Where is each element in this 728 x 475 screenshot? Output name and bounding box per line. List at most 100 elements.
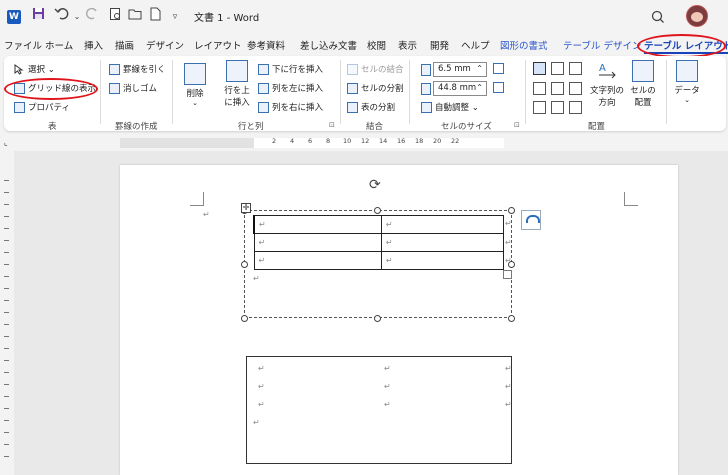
table-cell[interactable]: ↵ [253, 251, 382, 270]
tab-review[interactable]: 校閲 [367, 38, 386, 52]
select-button[interactable]: 選択 ⌄ [14, 63, 55, 75]
ruler-tick [4, 456, 9, 457]
text-direction-icon: A [596, 60, 618, 82]
ruler-number: 4 [290, 137, 295, 145]
ruler-number: 18 [415, 137, 424, 145]
row-height-input[interactable]: 6.5 mm [433, 62, 487, 77]
cursor-icon [14, 63, 25, 75]
rotate-handle-icon[interactable]: ⟳ [369, 177, 381, 193]
textbox-borderless-table[interactable] [246, 356, 512, 464]
resize-handle[interactable] [241, 261, 248, 268]
ruler-tick [4, 252, 9, 253]
distribute-rows-icon[interactable] [493, 63, 504, 74]
tab-developer[interactable]: 開発 [430, 38, 449, 52]
save-icon[interactable] [30, 7, 46, 27]
undo-icon[interactable] [52, 7, 72, 27]
tab-file[interactable]: ファイル [4, 38, 42, 52]
tab-help[interactable]: ヘルプ [461, 38, 490, 52]
ruler-tick [4, 420, 9, 421]
merge-cells-label: セルの結合 [361, 65, 404, 75]
cell-mark: ↵ [385, 256, 393, 265]
align-bottom-center-icon[interactable] [551, 101, 564, 114]
separator [340, 60, 341, 124]
align-bottom-left-icon[interactable] [533, 101, 546, 114]
align-center-icon[interactable] [551, 82, 564, 95]
autofit-button[interactable]: 自動調整 ⌄ [421, 101, 479, 113]
resize-handle[interactable] [508, 315, 515, 322]
resize-handle[interactable] [508, 207, 515, 214]
ribbon-tabs: ファイル ホーム 挿入 描画 デザイン レイアウト 参考資料 差し込み文書 校閲… [0, 36, 728, 56]
data-chevron-icon: ⌄ [684, 96, 690, 104]
column-width-input[interactable]: 44.8 mm [433, 81, 487, 96]
align-middle-left-icon[interactable] [533, 82, 546, 95]
ruler-margin [120, 138, 254, 148]
merge-cells-button[interactable]: セルの結合 [347, 63, 404, 75]
tab-layout[interactable]: レイアウト [194, 38, 242, 52]
cell-mark: ↵ [384, 364, 391, 373]
ruler-number: 8 [326, 137, 331, 145]
horizontal-ruler[interactable]: 2 4 6 8 10 12 14 16 18 20 22 [254, 137, 504, 148]
new-icon[interactable] [148, 7, 162, 27]
vertical-ruler[interactable] [2, 158, 11, 475]
ruler-tick [4, 360, 9, 361]
customize-icon[interactable]: ▿ [170, 7, 180, 27]
cell-mark: ↵ [258, 256, 266, 265]
tab-mailings[interactable]: 差し込み文書 [300, 38, 357, 52]
tab-view[interactable]: 表示 [398, 38, 417, 52]
insert-right-button[interactable]: 列を右に挿入 [258, 101, 323, 113]
align-top-right-icon[interactable] [569, 62, 582, 75]
resize-handle[interactable] [374, 207, 381, 214]
table-resize-handle[interactable] [503, 270, 512, 279]
split-cells-icon [347, 82, 358, 94]
table[interactable]: ↵ ↵ ↵ ↵ ↵ ↵ [252, 215, 505, 270]
table-cell[interactable]: ↵ [380, 215, 505, 234]
text-direction-button[interactable]: A 文字列の 方向 [588, 60, 626, 108]
tab-home[interactable]: ホーム [45, 38, 73, 52]
draw-table-button[interactable]: 罫線を引く [109, 63, 166, 75]
table-cell[interactable]: ↵ [380, 251, 505, 270]
cell-margins-button[interactable]: セルの 配置 [628, 60, 658, 108]
eraser-button[interactable]: 消しゴム [109, 82, 157, 94]
table-cell[interactable]: ↵ [380, 233, 505, 252]
distribute-columns-icon[interactable] [493, 82, 504, 93]
row-end-mark: ↵ [505, 238, 512, 247]
tab-selector-icon[interactable]: ⌞ [4, 138, 8, 147]
cell-size-launcher-icon[interactable]: ⊡ [514, 121, 520, 129]
layout-options-icon[interactable] [521, 210, 541, 230]
rows-columns-launcher-icon[interactable]: ⊡ [329, 121, 335, 129]
open-icon[interactable] [127, 7, 143, 27]
split-cells-button[interactable]: セルの分割 [347, 82, 404, 94]
cell-mark: ↵ [258, 400, 265, 409]
insert-left-button[interactable]: 列を左に挿入 [258, 82, 323, 94]
data-button[interactable]: データ ⌄ [672, 60, 702, 104]
tab-shape-format[interactable]: 図形の書式 [500, 38, 548, 52]
align-top-center-icon[interactable] [551, 62, 564, 75]
table-cell[interactable]: ↵ [253, 233, 382, 252]
tab-insert[interactable]: 挿入 [84, 38, 103, 52]
align-middle-right-icon[interactable] [569, 82, 582, 95]
insert-above-button[interactable]: 行を上 に挿入 [222, 60, 252, 108]
merge-cells-icon [347, 63, 358, 75]
insert-below-button[interactable]: 下に行を挿入 [258, 63, 323, 75]
row-end-mark: ↵ [505, 364, 512, 373]
align-bottom-right-icon[interactable] [569, 101, 582, 114]
redo-icon[interactable] [84, 7, 102, 27]
properties-button[interactable]: プロパティ [14, 101, 70, 113]
table-cell[interactable]: ↵ [252, 215, 382, 234]
delete-button[interactable]: 削除 ⌄ [182, 63, 208, 107]
search-icon[interactable] [648, 7, 668, 27]
insert-below-icon [258, 63, 269, 75]
tab-references[interactable]: 参考資料 [247, 38, 285, 52]
tab-table-design[interactable]: テーブル デザイン [563, 38, 641, 52]
align-top-left-icon[interactable] [533, 62, 546, 75]
resize-handle[interactable] [241, 315, 248, 322]
resize-handle[interactable] [374, 315, 381, 322]
print-preview-icon[interactable] [107, 7, 123, 27]
table-move-handle-icon[interactable]: ✛ [241, 203, 251, 213]
tab-draw[interactable]: 描画 [115, 38, 134, 52]
avatar[interactable] [686, 5, 708, 27]
undo-dropdown-icon[interactable]: ⌄ [73, 7, 81, 27]
split-table-button[interactable]: 表の分割 [347, 101, 395, 113]
ruler-tick [4, 408, 9, 409]
tab-design[interactable]: デザイン [146, 38, 184, 52]
